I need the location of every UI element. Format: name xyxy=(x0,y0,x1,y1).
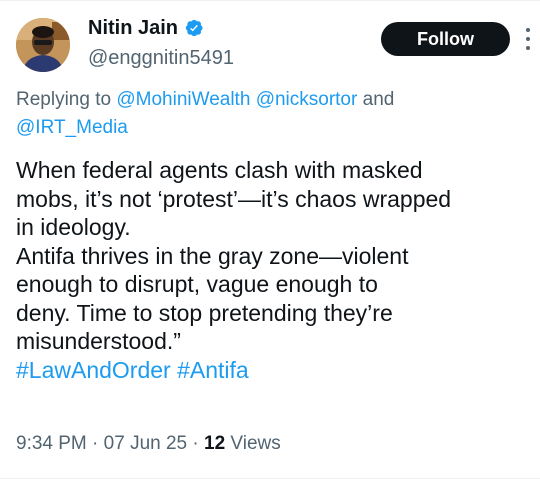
tweet-line: mobs, it’s not ‘protest’—it’s chaos wrap… xyxy=(16,185,452,212)
tweet-line: enough to disrupt, vague enough to xyxy=(16,271,378,297)
profile-photo-icon xyxy=(16,18,70,72)
author-info: Nitin Jain @enggnitin5491 xyxy=(88,14,234,72)
tweet-line: in ideology. xyxy=(16,214,131,240)
more-dot xyxy=(526,37,530,41)
views-count[interactable]: 12 xyxy=(204,433,225,454)
tweet-line: When federal agents clash with masked xyxy=(16,157,423,183)
hashtag-antifa[interactable]: #Antifa xyxy=(177,357,249,383)
mention-link-irt-media[interactable]: @IRT_Media xyxy=(16,117,128,138)
tweet-line: Antifa thrives in the gray zone—violent xyxy=(16,242,409,269)
verified-badge-icon[interactable] xyxy=(184,18,204,38)
follow-button[interactable]: Follow xyxy=(381,22,510,56)
avatar[interactable] xyxy=(16,18,70,72)
author-display-name[interactable]: Nitin Jain xyxy=(88,14,178,42)
reply-context: Replying to @MohiniWealth @nicksortor an… xyxy=(16,86,516,142)
mention-link-mohiniwealth[interactable]: @MohiniWealth xyxy=(116,89,250,110)
reply-joiner: and xyxy=(357,89,395,110)
hashtag-row: #LawAndOrder #Antifa xyxy=(16,356,531,385)
tweet-meta: 9:34 PM · 07 Jun 25 · 12 Views xyxy=(16,430,281,458)
tweet-date[interactable]: 07 Jun 25 xyxy=(104,433,187,454)
bottom-divider xyxy=(0,478,540,479)
author-handle[interactable]: @enggnitin5491 xyxy=(88,44,234,72)
tweet-line: deny. Time to stop pretending they’re xyxy=(16,299,393,326)
tweet-line: misunderstood.” xyxy=(16,328,181,354)
meta-separator: · xyxy=(187,433,205,454)
more-dot xyxy=(526,28,530,32)
tweet-time[interactable]: 9:34 PM xyxy=(16,433,87,454)
reply-prefix: Replying to xyxy=(16,89,117,110)
top-divider xyxy=(0,0,540,1)
more-vertical-icon[interactable] xyxy=(524,28,532,50)
meta-separator: · xyxy=(86,433,104,454)
views-label: Views xyxy=(225,433,281,454)
hashtag-lawandorder[interactable]: #LawAndOrder xyxy=(16,357,171,383)
tweet-body: When federal agents clash with masked mo… xyxy=(16,156,531,384)
mention-link-nicksortor[interactable]: @nicksortor xyxy=(256,89,358,110)
name-row: Nitin Jain xyxy=(88,14,234,42)
more-dot xyxy=(526,46,530,50)
